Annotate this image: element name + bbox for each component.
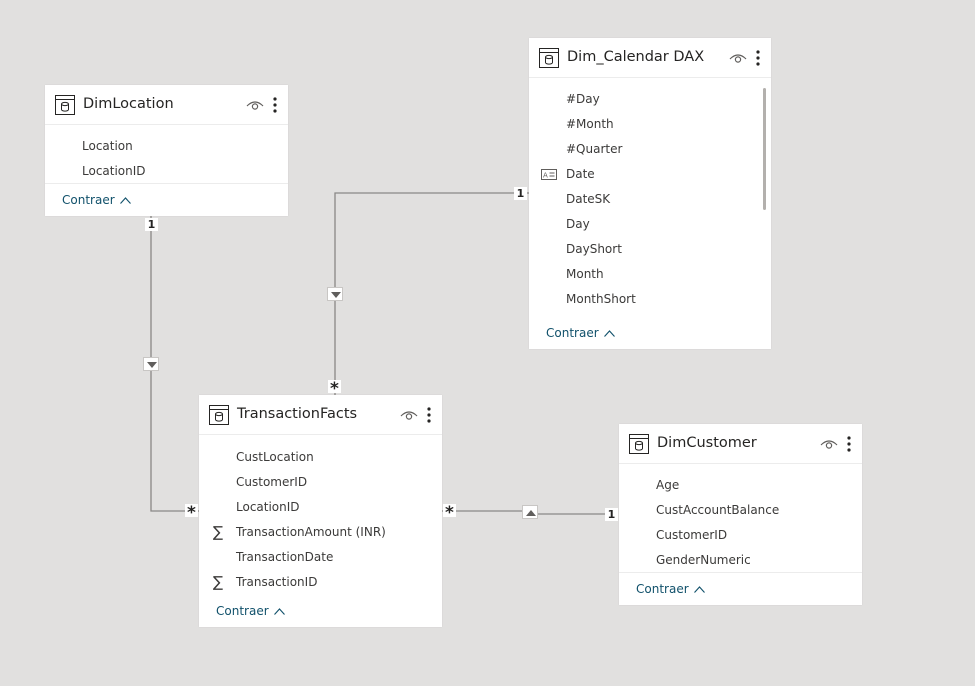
divider (45, 183, 288, 184)
field-row[interactable]: CustomerID (619, 523, 862, 548)
table-icon (55, 95, 75, 115)
table-title: DimLocation (83, 96, 174, 112)
field-name: Location (82, 139, 133, 153)
eye-icon[interactable] (729, 51, 747, 65)
collapse-link[interactable]: Contraer (62, 193, 132, 207)
collapse-link[interactable]: Contraer (216, 604, 286, 618)
field-row[interactable]: A Date (529, 162, 771, 187)
field-name: #Quarter (566, 142, 623, 156)
field-row[interactable]: LocationID (45, 159, 288, 184)
svg-text:A: A (543, 172, 548, 180)
filter-direction-button[interactable] (522, 505, 538, 519)
model-canvas[interactable]: 1 * 1 * * 1 DimLocation Location Locatio… (0, 0, 975, 686)
cardinality-many-badge: * (185, 504, 198, 522)
card-header[interactable]: DimCustomer (619, 424, 862, 464)
field-row[interactable]: DayShort (529, 237, 771, 262)
field-name: #Month (566, 117, 614, 131)
field-name: Age (656, 478, 680, 492)
chevron-up-icon (274, 608, 286, 615)
field-name: CustomerID (236, 475, 308, 489)
field-row[interactable]: ∑ TransactionID (199, 570, 442, 595)
table-card-transactionfacts[interactable]: TransactionFacts CustLocation CustomerID… (199, 395, 442, 627)
field-row[interactable]: CustLocation (199, 445, 442, 470)
relationship-line-calendar (334, 192, 529, 395)
field-row[interactable]: TransactionDate (199, 545, 442, 570)
chevron-up-icon (604, 330, 616, 337)
field-row[interactable]: LocationID (199, 495, 442, 520)
collapse-label: Contraer (62, 193, 115, 207)
table-card-dimlocation[interactable]: DimLocation Location LocationID Contraer (45, 85, 288, 216)
date-field-icon: A (541, 169, 557, 180)
sigma-icon: ∑ (213, 573, 224, 591)
field-name: #Day (566, 92, 600, 106)
cardinality-one-badge: 1 (605, 508, 618, 521)
collapse-link[interactable]: Contraer (636, 582, 706, 596)
field-name: TransactionAmount (INR) (236, 525, 386, 539)
field-row[interactable]: CustomerID (199, 470, 442, 495)
card-header[interactable]: TransactionFacts (199, 395, 442, 435)
filter-direction-button[interactable] (327, 287, 343, 301)
table-title: Dim_Calendar DAX (567, 49, 705, 65)
field-name: CustAccountBalance (656, 503, 780, 517)
field-name: Day (566, 217, 590, 231)
table-icon (629, 434, 649, 454)
field-name: Date (566, 167, 595, 181)
field-name: TransactionDate (236, 550, 334, 564)
field-name: DateSK (566, 192, 611, 206)
table-icon (209, 405, 229, 425)
field-name: GenderNumeric (656, 553, 751, 567)
table-title: DimCustomer (657, 435, 757, 451)
cardinality-one-badge: 1 (514, 187, 527, 200)
table-card-dimcustomer[interactable]: DimCustomer Age CustAccountBalance Custo… (619, 424, 862, 605)
field-name: Month (566, 267, 604, 281)
more-options-icon[interactable] (846, 435, 852, 453)
divider (619, 572, 862, 573)
field-row[interactable]: ∑ TransactionAmount (INR) (199, 520, 442, 545)
more-options-icon[interactable] (426, 406, 432, 424)
scrollbar[interactable] (763, 88, 766, 210)
card-header[interactable]: DimLocation (45, 85, 288, 125)
field-row[interactable]: #Month (529, 112, 771, 137)
chevron-up-icon (120, 197, 132, 204)
filter-direction-button[interactable] (143, 357, 159, 371)
triangle-down-icon (331, 292, 341, 298)
triangle-up-icon (526, 510, 536, 516)
more-options-icon[interactable] (272, 96, 278, 114)
collapse-label: Contraer (216, 604, 269, 618)
collapse-link[interactable]: Contraer (546, 326, 616, 340)
field-row[interactable]: GenderNumeric (619, 548, 862, 573)
field-row[interactable]: #Quarter (529, 137, 771, 162)
field-name: LocationID (236, 500, 300, 514)
table-icon (539, 48, 559, 68)
field-row[interactable]: DateSK (529, 187, 771, 212)
field-row[interactable]: Age (619, 473, 862, 498)
field-row[interactable]: #Day (529, 87, 771, 112)
cardinality-many-badge: * (328, 380, 341, 398)
field-row[interactable]: CustAccountBalance (619, 498, 862, 523)
field-row[interactable]: Day (529, 212, 771, 237)
eye-icon[interactable] (820, 437, 838, 451)
sigma-icon: ∑ (213, 523, 224, 541)
eye-icon[interactable] (400, 408, 418, 422)
more-options-icon[interactable] (755, 49, 761, 67)
field-row[interactable]: MonthShort (529, 287, 771, 312)
collapse-label: Contraer (636, 582, 689, 596)
eye-icon[interactable] (246, 98, 264, 112)
table-title: TransactionFacts (237, 406, 358, 422)
field-name: TransactionID (236, 575, 318, 589)
table-card-dim-calendar[interactable]: Dim_Calendar DAX #Day #Month #Quarter A … (529, 38, 771, 349)
field-row[interactable]: Month (529, 262, 771, 287)
field-name: DayShort (566, 242, 622, 256)
card-header[interactable]: Dim_Calendar DAX (529, 38, 771, 78)
field-name: CustomerID (656, 528, 728, 542)
collapse-label: Contraer (546, 326, 599, 340)
field-name: LocationID (82, 164, 146, 178)
field-name: MonthShort (566, 292, 636, 306)
field-name: CustLocation (236, 450, 314, 464)
field-row[interactable]: Location (45, 134, 288, 159)
cardinality-one-badge: 1 (145, 218, 158, 231)
cardinality-many-badge: * (443, 504, 456, 522)
triangle-down-icon (147, 362, 157, 368)
chevron-up-icon (694, 586, 706, 593)
